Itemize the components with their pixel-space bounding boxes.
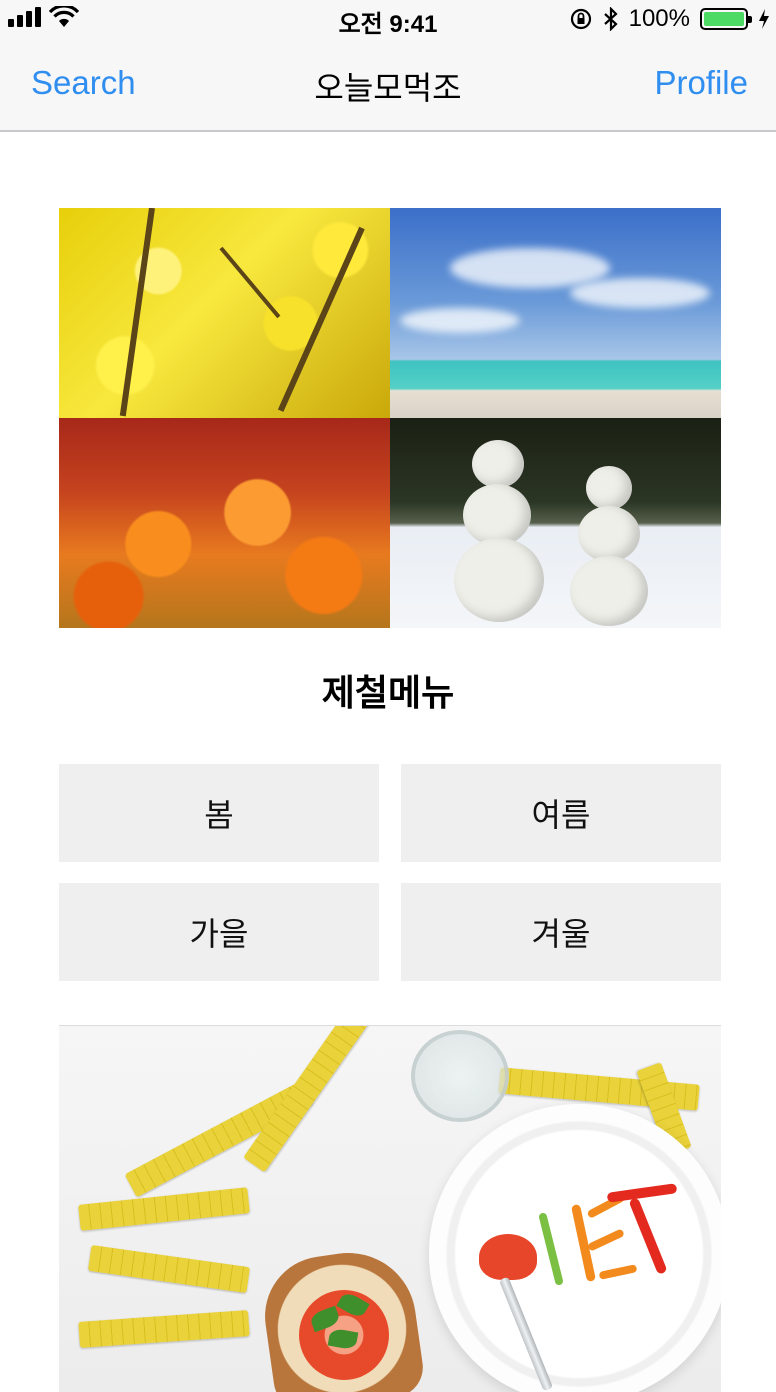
charging-icon [759, 9, 769, 29]
diet-banner-image[interactable] [59, 1025, 721, 1392]
winter-button[interactable]: 겨울 [401, 883, 721, 981]
status-bar: 오전 9:41 100% [0, 0, 776, 38]
summer-button[interactable]: 여름 [401, 764, 721, 862]
glass-of-water [411, 1030, 509, 1122]
season-image-grid [59, 208, 721, 628]
bluetooth-icon [603, 7, 618, 31]
summer-image [390, 208, 721, 418]
status-right: 100% [569, 5, 770, 33]
navigation-bar: Search 오늘모먹조 Profile [0, 38, 776, 132]
battery-icon [700, 8, 752, 30]
autumn-image [59, 418, 390, 628]
spring-image [59, 208, 390, 418]
battery-percent: 100% [628, 5, 690, 32]
winter-image [390, 418, 721, 628]
battery-fill [704, 12, 744, 26]
plate [429, 1104, 721, 1392]
autumn-button[interactable]: 가을 [59, 883, 379, 981]
spring-button[interactable]: 봄 [59, 764, 379, 862]
profile-button[interactable]: Profile [654, 64, 748, 102]
seasonal-menu-title: 제철메뉴 [321, 673, 455, 714]
rotation-lock-icon [570, 8, 591, 30]
